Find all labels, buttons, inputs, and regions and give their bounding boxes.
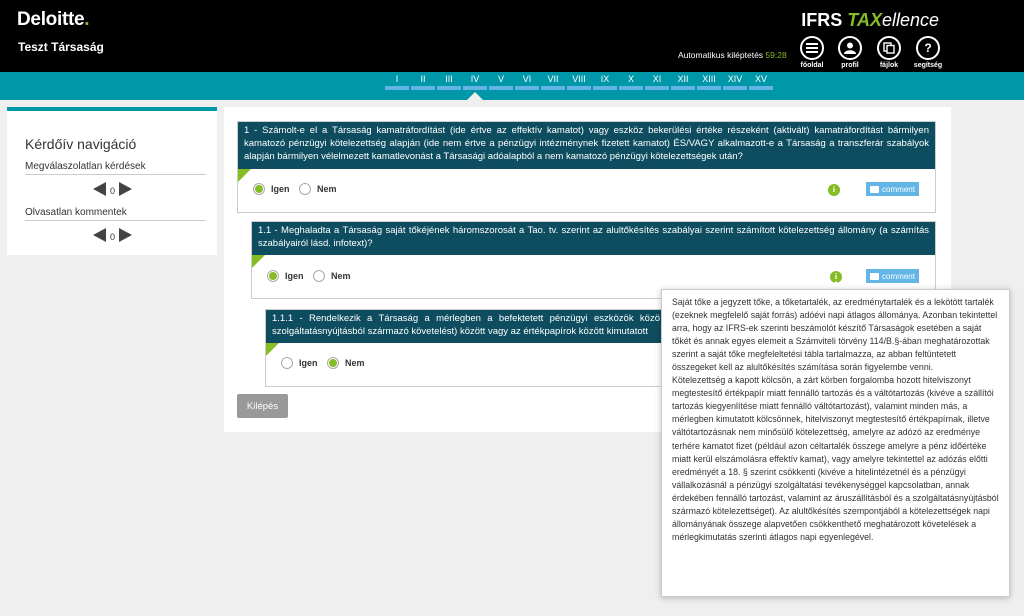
answer-yes[interactable]: Igen bbox=[253, 183, 290, 195]
info-icon[interactable]: i bbox=[828, 184, 840, 196]
section-tab-xiv[interactable]: XIV bbox=[723, 72, 747, 92]
tooltip-paragraph: Saját tőke a jegyzett tőke, a tőketartal… bbox=[672, 297, 998, 373]
prev-comment-icon[interactable] bbox=[93, 228, 106, 242]
answer-yes[interactable]: Igen bbox=[267, 270, 304, 282]
section-tab-x[interactable]: X bbox=[619, 72, 643, 92]
comment-icon bbox=[870, 185, 880, 193]
radio-yes[interactable] bbox=[281, 357, 293, 369]
section-tab-viii[interactable]: VIII bbox=[567, 72, 591, 92]
prev-unanswered-icon[interactable] bbox=[93, 182, 106, 196]
question-corner-marker bbox=[266, 343, 279, 356]
radio-no[interactable] bbox=[313, 270, 325, 282]
profile-button[interactable]: profil bbox=[837, 36, 863, 69]
tooltip-arrow bbox=[828, 281, 844, 289]
profile-label: profil bbox=[841, 62, 859, 69]
question-corner-marker bbox=[238, 169, 251, 182]
info-tooltip: Saját tőke a jegyzett tőke, a tőketartal… bbox=[661, 289, 1010, 597]
radio-yes-selected[interactable] bbox=[267, 270, 279, 282]
active-section-pointer bbox=[467, 92, 483, 100]
answer-no[interactable]: Nem bbox=[313, 270, 351, 282]
home-label: főoldal bbox=[800, 62, 824, 69]
sidebar-title: Kérdőív navigáció bbox=[25, 136, 137, 152]
question-text: 1.1.1 - Rendelkezik a Társaság a mérlegb… bbox=[266, 310, 666, 343]
unread-comments-nav: 0 bbox=[93, 228, 133, 242]
radio-no-selected[interactable] bbox=[327, 357, 339, 369]
exit-button[interactable]: Kilépés bbox=[237, 394, 288, 418]
unanswered-nav: 0 bbox=[93, 182, 133, 196]
help-label: segítség bbox=[913, 62, 943, 69]
help-icon: ? bbox=[916, 36, 940, 60]
tooltip-paragraph: Kötelezettség a kapott kölcsön, a zárt k… bbox=[672, 375, 999, 542]
unread-comments-count: 0 bbox=[110, 232, 116, 242]
section-tab-xiii[interactable]: XIII bbox=[697, 72, 721, 92]
section-tab-i[interactable]: I bbox=[385, 72, 409, 92]
unanswered-count: 0 bbox=[110, 186, 116, 196]
files-label: fájlok bbox=[879, 62, 899, 69]
ifrs-taxellence-brand: IFRS TAXellence bbox=[801, 10, 939, 30]
answer-yes[interactable]: Igen bbox=[281, 357, 318, 369]
section-tab-ii[interactable]: II bbox=[411, 72, 435, 92]
radio-yes-selected[interactable] bbox=[253, 183, 265, 195]
home-button[interactable]: főoldal bbox=[799, 36, 825, 69]
next-unanswered-icon[interactable] bbox=[119, 182, 133, 196]
user-icon bbox=[838, 36, 862, 60]
menu-icon bbox=[800, 36, 824, 60]
question-text: 1.1 - Meghaladta a Társaság saját tőkéjé… bbox=[252, 222, 935, 255]
comment-button[interactable]: comment bbox=[866, 269, 919, 283]
question-text: 1 - Számolt-e el a Társaság kamatráfordí… bbox=[238, 122, 935, 169]
section-tab-iii[interactable]: III bbox=[437, 72, 461, 92]
company-name: Teszt Társaság bbox=[18, 40, 104, 54]
header: Deloitte. Teszt Társaság IFRS TAXellence… bbox=[0, 0, 1024, 72]
auto-logout-timer: Automatikus kiléptetés 59:28 bbox=[678, 50, 787, 60]
question-1: 1 - Számolt-e el a Társaság kamatráfordí… bbox=[237, 121, 936, 213]
answer-no[interactable]: Nem bbox=[327, 357, 365, 369]
section-tab-xi[interactable]: XI bbox=[645, 72, 669, 92]
question-corner-marker bbox=[252, 255, 265, 268]
comment-button[interactable]: comment bbox=[866, 182, 919, 196]
section-tab-xv[interactable]: XV bbox=[749, 72, 773, 92]
section-tab-vi[interactable]: VI bbox=[515, 72, 539, 92]
comment-icon bbox=[870, 272, 880, 280]
section-tab-v[interactable]: V bbox=[489, 72, 513, 92]
unread-comments-label: Olvasatlan kommentek bbox=[25, 207, 206, 221]
section-nav-bar: I II III IV V VI VII VIII IX X XI XII XI… bbox=[0, 72, 1024, 100]
next-comment-icon[interactable] bbox=[119, 228, 133, 242]
answer-no[interactable]: Nem bbox=[299, 183, 337, 195]
section-tab-ix[interactable]: IX bbox=[593, 72, 617, 92]
section-tab-xii[interactable]: XII bbox=[671, 72, 695, 92]
help-button[interactable]: ? segítség bbox=[914, 36, 942, 69]
questionnaire-navigation: Kérdőív navigáció Megválaszolatlan kérdé… bbox=[7, 107, 217, 255]
files-button[interactable]: fájlok bbox=[876, 36, 902, 69]
unanswered-label: Megválaszolatlan kérdések bbox=[25, 161, 206, 175]
files-icon bbox=[877, 36, 901, 60]
section-tab-vii[interactable]: VII bbox=[541, 72, 565, 92]
section-tab-iv[interactable]: IV bbox=[463, 72, 487, 92]
radio-no[interactable] bbox=[299, 183, 311, 195]
deloitte-logo: Deloitte. bbox=[17, 9, 90, 30]
